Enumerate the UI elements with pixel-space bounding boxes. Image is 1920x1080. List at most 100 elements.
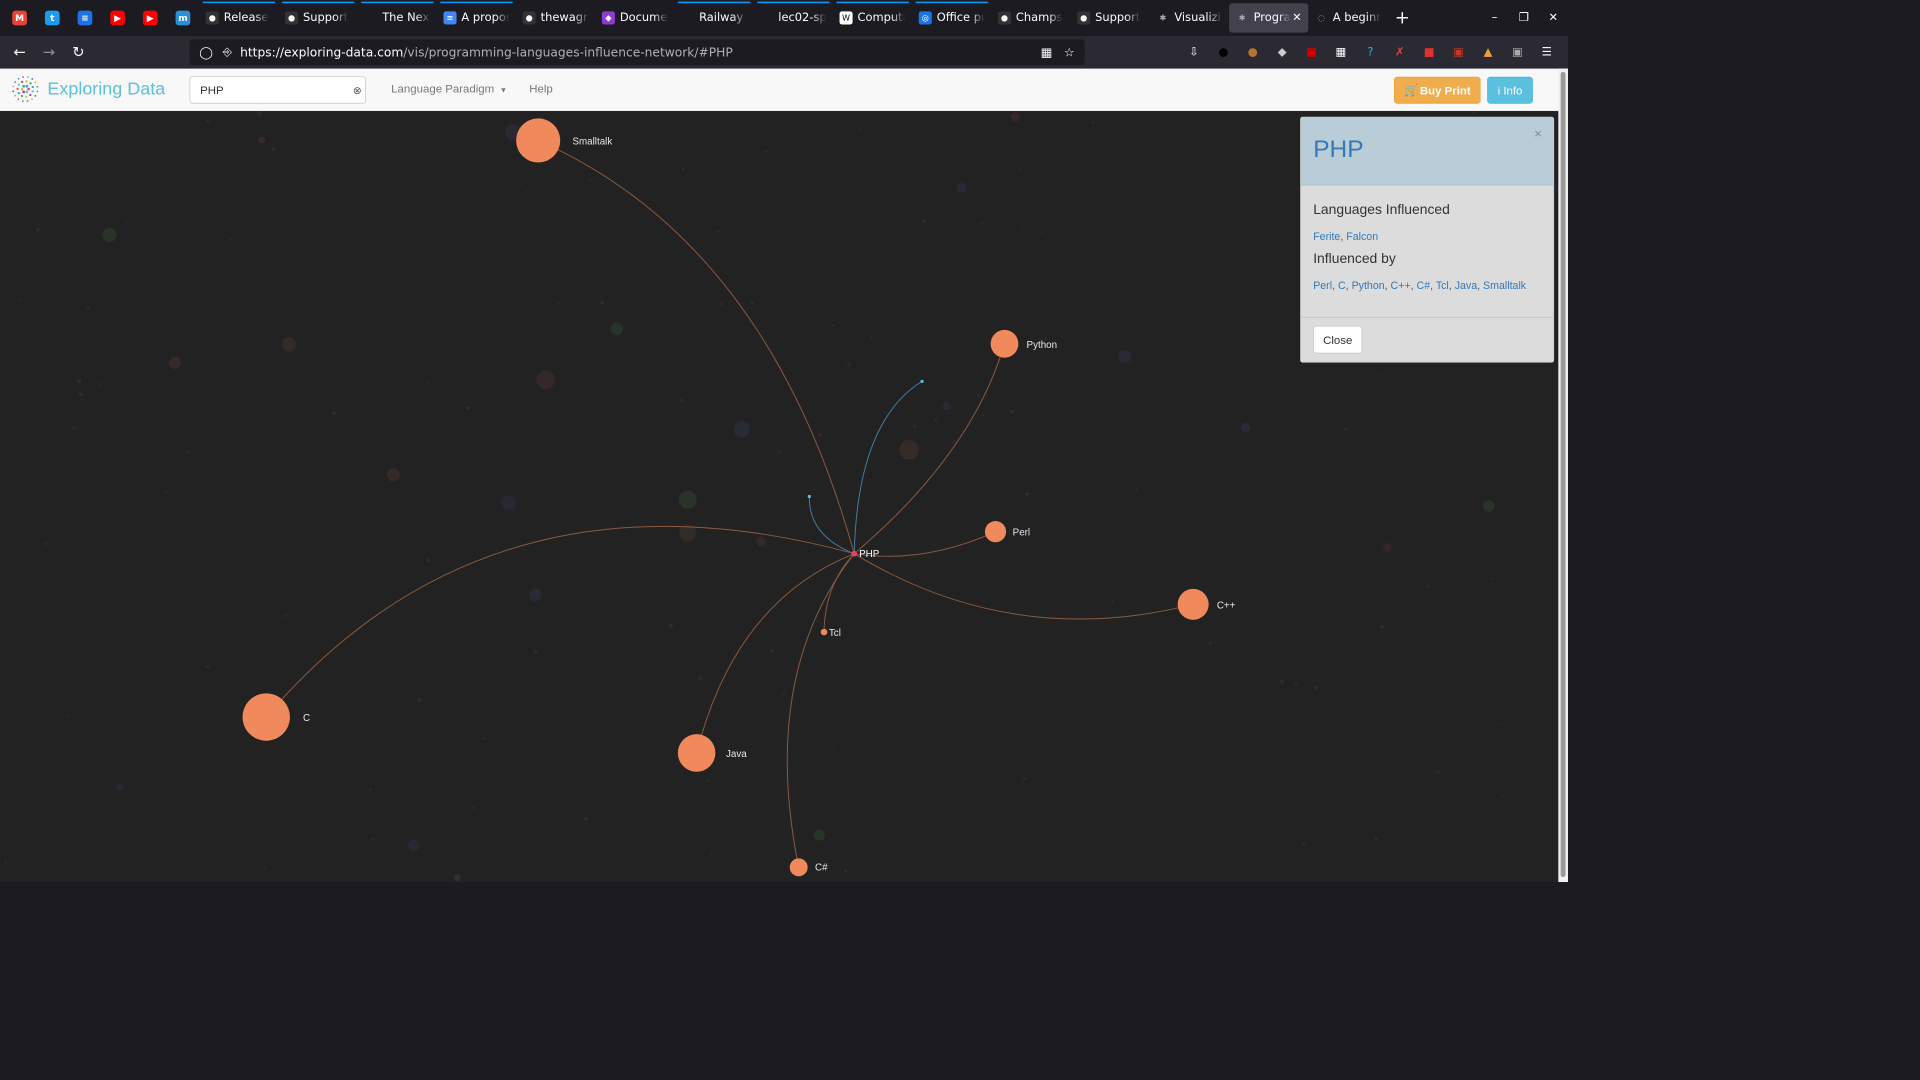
browser-tab[interactable]: ◆ Documen (595, 0, 674, 36)
buy-print-button[interactable]: 🛒 Buy Print (1394, 76, 1481, 104)
browser-tab[interactable]: ◎ Office pul (912, 0, 991, 36)
language-node[interactable] (1177, 588, 1209, 620)
lock-icon[interactable]: ⎆ (223, 46, 232, 59)
page-scrollbar[interactable] (1558, 68, 1569, 883)
ublock-icon[interactable]: ■ (1297, 38, 1326, 67)
language-node-label[interactable]: Tcl (829, 628, 841, 639)
close-icon[interactable]: × (1534, 127, 1542, 142)
browser-tab[interactable]: ● thewagn (516, 0, 595, 36)
info-button[interactable]: i Info (1487, 76, 1533, 104)
pinned-tab[interactable]: ▶ (134, 0, 167, 36)
language-node-label[interactable]: Smalltalk (572, 137, 612, 148)
language-node-label[interactable]: Perl (1013, 528, 1030, 539)
language-link[interactable]: C (1338, 279, 1346, 291)
selected-language-node[interactable] (851, 550, 858, 557)
close-window-icon[interactable]: ✕ (1539, 0, 1568, 36)
extension-icon[interactable]: ■ (1414, 38, 1443, 67)
extension-icon[interactable]: ● (1238, 38, 1267, 67)
browser-tab[interactable]: ≡ A propos (437, 0, 516, 36)
language-link[interactable]: Ferite (1313, 230, 1340, 242)
extension-icon[interactable]: ▦ (1326, 38, 1355, 67)
language-node[interactable] (820, 628, 828, 636)
back-icon[interactable]: ← (5, 38, 34, 67)
browser-tab[interactable]: ◌ A beginn (1308, 0, 1387, 36)
language-node[interactable] (984, 521, 1007, 543)
extension-icon[interactable]: ▲ (1473, 38, 1502, 67)
language-link[interactable]: Perl (1313, 279, 1332, 291)
forward-icon[interactable]: → (34, 38, 63, 67)
language-node-label[interactable]: C (303, 713, 310, 724)
influenced-node[interactable] (920, 379, 924, 384)
restore-icon[interactable]: ❐ (1509, 0, 1538, 36)
language-node[interactable] (789, 858, 808, 877)
language-link[interactable]: Python (1352, 279, 1385, 291)
download-icon[interactable]: ⇩ (1179, 38, 1208, 67)
browser-tab[interactable]: lec02-sp13.p (754, 0, 833, 36)
brand-title[interactable]: Exploring Data (47, 78, 165, 99)
language-link[interactable]: Falcon (1346, 230, 1378, 242)
language-node-label[interactable]: C# (815, 863, 828, 874)
pinned-tab[interactable]: ▶ (101, 0, 134, 36)
help-link[interactable]: Help (529, 82, 553, 95)
background-particle (1118, 350, 1132, 364)
extension-icon[interactable]: ▣ (1444, 38, 1473, 67)
language-paradigm-dropdown[interactable]: Language Paradigm ▼ (391, 82, 507, 95)
background-particle (1501, 795, 1504, 798)
browser-tab[interactable]: The Next (358, 0, 437, 36)
browser-tab[interactable]: ✱ Progra ✕ (1229, 3, 1309, 33)
pinned-tabs: Mt ≡ ▶ ▶ m (0, 0, 199, 36)
influenced-node[interactable] (807, 494, 811, 499)
youtube-icon: ▶ (142, 10, 158, 26)
language-link[interactable]: C++ (1391, 279, 1411, 291)
pinned-tab[interactable]: t (36, 0, 69, 36)
language-node-label[interactable]: C++ (1217, 600, 1236, 611)
background-particle (408, 839, 420, 851)
browser-tab[interactable]: ● Champs (991, 0, 1070, 36)
language-node[interactable] (242, 693, 290, 741)
reload-icon[interactable]: ↻ (64, 38, 93, 67)
docs-icon: ≡ (443, 11, 457, 25)
language-link[interactable]: C# (1417, 279, 1431, 291)
browser-tab[interactable]: ✱ Visualizin (1150, 0, 1229, 36)
bookmark-star-icon[interactable]: ☆ (1064, 45, 1075, 60)
help-icon[interactable]: ? (1356, 38, 1385, 67)
extension-icon[interactable]: ◆ (1267, 38, 1296, 67)
language-node-label[interactable]: Java (726, 749, 747, 760)
language-link[interactable]: Java (1455, 279, 1477, 291)
background-particle (43, 542, 48, 546)
close-button[interactable]: Close (1313, 325, 1363, 354)
selected-language-label[interactable]: PHP (859, 549, 880, 560)
browser-tab[interactable]: ● Release (199, 0, 278, 36)
menu-icon[interactable]: ☰ (1532, 38, 1561, 67)
extension-icon[interactable]: ▣ (1503, 38, 1532, 67)
close-tab-icon[interactable]: ✕ (1292, 11, 1302, 24)
qr-code-icon[interactable]: ▦ (1041, 45, 1053, 60)
scrollbar-thumb[interactable] (1560, 71, 1566, 878)
browser-tab[interactable]: Railway orie (675, 0, 754, 36)
extension-icon[interactable]: ✗ (1385, 38, 1414, 67)
extension-icon[interactable]: ● (1209, 38, 1238, 67)
browser-tab[interactable]: ● Support (278, 0, 357, 36)
language-node-label[interactable]: Python (1027, 340, 1058, 351)
language-link[interactable]: Tcl (1436, 279, 1449, 291)
pinned-tab[interactable]: m (167, 0, 200, 36)
language-link[interactable]: Smalltalk (1483, 279, 1526, 291)
new-tab-button[interactable]: + (1388, 0, 1417, 36)
background-particle (706, 534, 709, 537)
language-node[interactable] (677, 734, 716, 772)
pinned-tab[interactable]: ≡ (69, 0, 102, 36)
background-particle (781, 691, 786, 696)
browser-tab[interactable]: ● Support (1071, 0, 1150, 36)
brand[interactable]: Exploring Data (11, 75, 165, 103)
browser-tab[interactable]: W Computa (833, 0, 912, 36)
clear-search-icon[interactable]: ⊗ (353, 84, 362, 97)
url-bar[interactable]: ◯ ⎆ https://exploring-data.com/vis/progr… (189, 39, 1085, 66)
url-text[interactable]: https://exploring-data.com/vis/programmi… (240, 45, 733, 60)
language-node[interactable] (516, 118, 561, 163)
search-input[interactable]: PHP ⊗ (189, 75, 366, 104)
background-particle (909, 617, 911, 620)
shield-icon[interactable]: ◯ (199, 45, 213, 60)
pinned-tab[interactable]: M (3, 0, 36, 36)
language-node[interactable] (990, 329, 1019, 358)
minimize-icon[interactable]: – (1480, 0, 1509, 36)
